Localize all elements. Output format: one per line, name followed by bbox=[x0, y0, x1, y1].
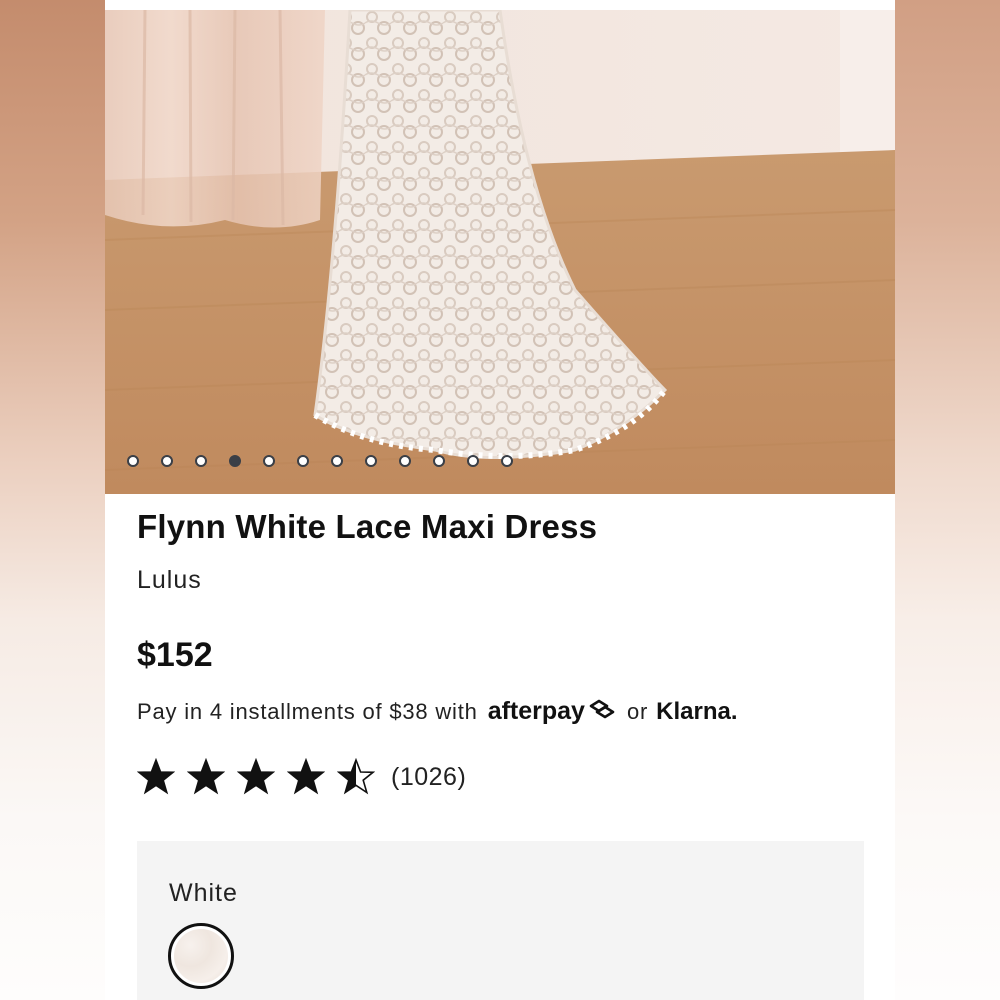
carousel-dot[interactable] bbox=[195, 455, 207, 467]
star-rating[interactable]: (1026) bbox=[137, 758, 466, 796]
selected-color-label: White bbox=[169, 879, 238, 907]
carousel-pagination bbox=[127, 455, 513, 473]
page-background-left bbox=[0, 0, 105, 1000]
star-full-icon bbox=[137, 758, 175, 795]
star-full-icon bbox=[287, 758, 325, 795]
product-image-carousel[interactable] bbox=[105, 10, 895, 494]
afterpay-logo[interactable]: afterpay bbox=[488, 697, 585, 726]
product-photo bbox=[105, 10, 895, 494]
color-selector-panel: White bbox=[137, 841, 864, 1000]
carousel-dot[interactable] bbox=[399, 455, 411, 467]
star-half-icon bbox=[337, 758, 375, 795]
carousel-dot[interactable] bbox=[433, 455, 445, 467]
carousel-dot[interactable] bbox=[331, 455, 343, 467]
carousel-dot[interactable] bbox=[467, 455, 479, 467]
carousel-dot[interactable] bbox=[365, 455, 377, 467]
review-count[interactable]: (1026) bbox=[391, 763, 466, 792]
carousel-dot[interactable] bbox=[263, 455, 275, 467]
product-title: Flynn White Lace Maxi Dress bbox=[137, 508, 598, 545]
carousel-dot[interactable] bbox=[501, 455, 513, 467]
carousel-dot[interactable] bbox=[161, 455, 173, 467]
star-full-icon bbox=[187, 758, 225, 795]
page-background-right bbox=[895, 0, 1000, 1000]
carousel-dot[interactable] bbox=[297, 455, 309, 467]
klarna-logo[interactable]: Klarna. bbox=[656, 698, 737, 726]
star-full-icon bbox=[237, 758, 275, 795]
or-text: or bbox=[626, 698, 649, 724]
product-price: $152 bbox=[137, 636, 213, 674]
product-brand[interactable]: Lulus bbox=[137, 566, 202, 595]
carousel-dot[interactable] bbox=[127, 455, 139, 467]
swatch-fabric bbox=[174, 929, 228, 983]
product-card: Flynn White Lace Maxi Dress Lulus $152 P… bbox=[105, 0, 895, 1000]
installments-text: Pay in 4 installments of $38 with bbox=[137, 698, 478, 724]
carousel-dot[interactable] bbox=[229, 455, 241, 467]
afterpay-arrows-icon[interactable] bbox=[587, 698, 617, 726]
color-swatch-white[interactable] bbox=[168, 923, 234, 989]
installment-info: Pay in 4 installments of $38 with afterp… bbox=[137, 697, 738, 726]
